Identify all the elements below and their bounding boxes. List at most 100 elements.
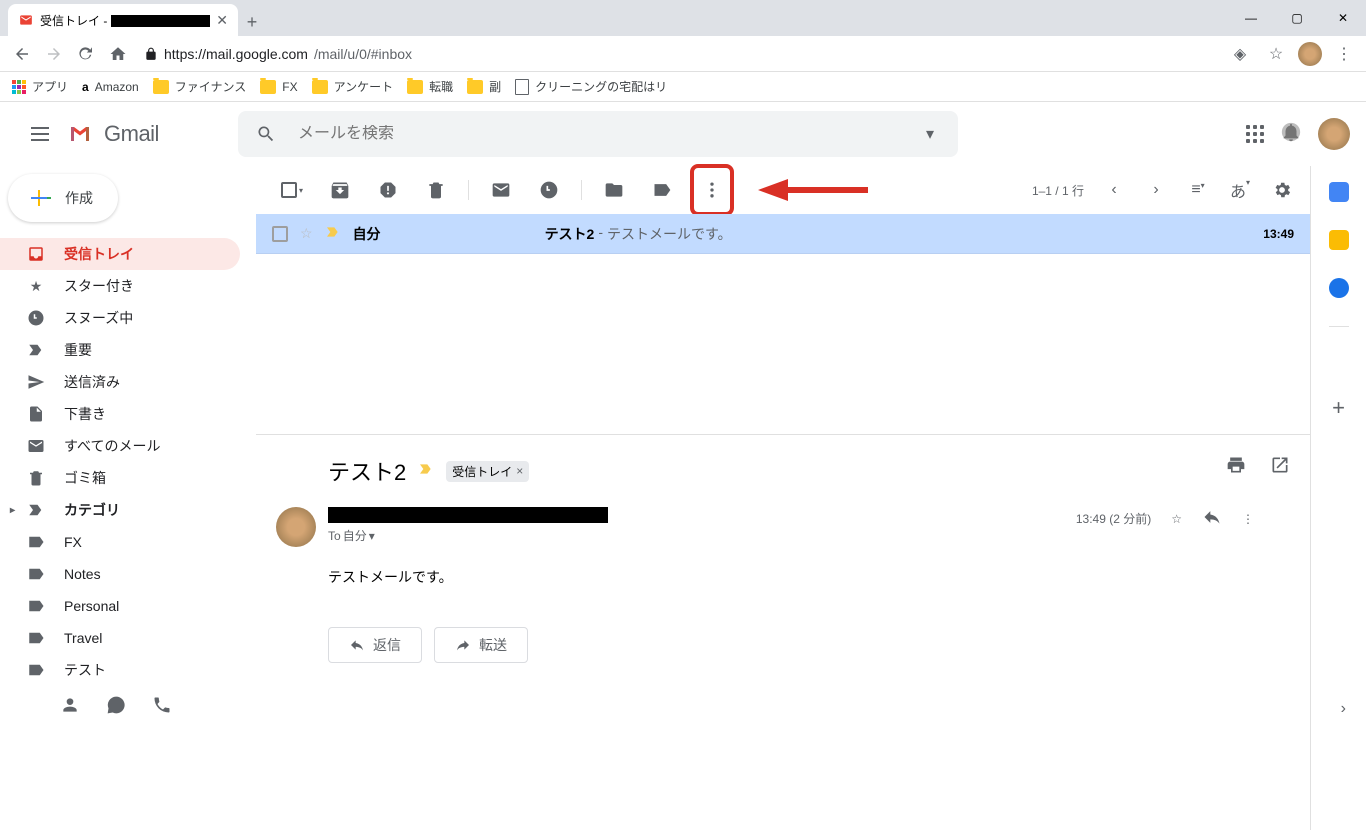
tasks-addon-icon[interactable] [1329, 278, 1349, 298]
chevron-down-icon[interactable]: ▾ [369, 529, 375, 543]
gmail-logo[interactable]: Gmail [64, 121, 238, 147]
spam-button[interactable] [368, 170, 408, 210]
reply-icon[interactable] [1202, 507, 1222, 530]
input-method-button[interactable]: あ▾ [1228, 178, 1252, 202]
row-star-icon[interactable]: ☆ [300, 225, 313, 242]
back-button[interactable] [8, 40, 36, 68]
folder-icon [312, 80, 328, 94]
message-more-icon[interactable]: ⋮ [1242, 512, 1254, 526]
reload-button[interactable] [72, 40, 100, 68]
labels-button[interactable] [642, 170, 682, 210]
bookmark-fx[interactable]: FX [260, 80, 297, 94]
maximize-button[interactable]: ▢ [1274, 0, 1320, 36]
home-button[interactable] [104, 40, 132, 68]
url-display[interactable]: https://mail.google.com/mail/u/0/#inbox [136, 46, 1222, 62]
hangouts-icon[interactable] [106, 695, 126, 720]
folder-icon [260, 80, 276, 94]
browser-menu-icon[interactable]: ⋮ [1330, 40, 1358, 68]
nav-drafts[interactable]: 下書き [0, 398, 240, 430]
profile-avatar[interactable] [1298, 42, 1322, 66]
nav-inbox[interactable]: 受信トレイ [0, 238, 240, 270]
bookmark-finance[interactable]: ファイナンス [153, 78, 247, 95]
google-apps-icon[interactable] [1246, 125, 1264, 143]
new-tab-button[interactable]: + [238, 8, 266, 36]
nav-label-personal[interactable]: Personal [0, 590, 240, 622]
move-to-button[interactable] [594, 170, 634, 210]
close-button[interactable]: ✕ [1320, 0, 1366, 36]
message-subject-heading: テスト2 受信トレイ× [328, 455, 1254, 487]
apps-shortcut[interactable]: アプリ [12, 78, 68, 95]
row-checkbox[interactable] [272, 226, 288, 242]
gmail-brand-text: Gmail [104, 121, 159, 147]
forward-button[interactable]: 転送 [434, 627, 528, 663]
gmail-m-icon [64, 122, 96, 146]
nav-sent[interactable]: 送信済み [0, 366, 240, 398]
next-page-button[interactable]: › [1144, 181, 1168, 199]
search-dropdown-icon[interactable]: ▾ [910, 124, 950, 144]
nav-categories[interactable]: カテゴリ [0, 494, 240, 526]
search-icon[interactable] [246, 124, 286, 144]
notifications-icon[interactable] [1280, 121, 1302, 148]
file-icon [515, 79, 529, 95]
phone-icon[interactable] [152, 695, 172, 720]
row-important-icon[interactable] [325, 224, 341, 243]
keep-addon-icon[interactable] [1329, 230, 1349, 250]
hamburger-icon [31, 127, 49, 141]
bookmark-side[interactable]: 副 [467, 78, 501, 95]
nav-trash[interactable]: ゴミ箱 [0, 462, 240, 494]
get-addons-button[interactable]: + [1332, 395, 1345, 421]
nav-label-travel[interactable]: Travel [0, 622, 240, 654]
important-icon [26, 341, 46, 359]
star-icon: ★ [26, 278, 46, 295]
search-box[interactable]: ▾ [238, 111, 958, 157]
nav-label-notes[interactable]: Notes [0, 558, 240, 590]
sender-avatar[interactable] [276, 507, 316, 547]
print-button[interactable] [1226, 455, 1246, 480]
snooze-button[interactable] [529, 170, 569, 210]
calendar-addon-icon[interactable] [1329, 182, 1349, 202]
chip-remove-icon[interactable]: × [516, 464, 523, 478]
forward-button[interactable] [40, 40, 68, 68]
trash-icon [26, 469, 46, 487]
browser-tab[interactable]: 受信トレイ - ✕ [8, 4, 238, 36]
important-marker-icon[interactable] [418, 461, 434, 482]
delete-button[interactable] [416, 170, 456, 210]
mark-unread-button[interactable] [481, 170, 521, 210]
nav-label-fx[interactable]: FX [0, 526, 240, 558]
mail-icon [26, 437, 46, 455]
nav-label-test[interactable]: テスト [0, 654, 240, 686]
mail-row[interactable]: ☆ 自分 テスト2 - テストメールです。 13:49 [256, 214, 1310, 254]
settings-button[interactable] [1270, 180, 1294, 200]
density-button[interactable]: ≡▾ [1186, 181, 1210, 199]
message-star-icon[interactable]: ☆ [1171, 512, 1182, 526]
bookmark-amazon[interactable]: aAmazon [82, 80, 139, 94]
nav-allmail[interactable]: すべてのメール [0, 430, 240, 462]
collapse-sidebar-icon[interactable]: › [1341, 700, 1346, 718]
reply-button[interactable]: 返信 [328, 627, 422, 663]
compose-button[interactable]: 作成 [8, 174, 118, 222]
bookmark-survey[interactable]: アンケート [312, 78, 394, 95]
recipient-line[interactable]: To 自分 ▾ [328, 527, 1064, 544]
select-all-checkbox[interactable]: ▾ [272, 170, 312, 210]
eye-icon[interactable]: ◈ [1226, 40, 1254, 68]
nav-snoozed[interactable]: スヌーズ中 [0, 302, 240, 334]
label-chip[interactable]: 受信トレイ× [446, 461, 529, 482]
nav-starred[interactable]: ★スター付き [0, 270, 240, 302]
archive-button[interactable] [320, 170, 360, 210]
hangouts-bar [60, 695, 172, 720]
bookmark-cleaning[interactable]: クリーニングの宅配はリ [515, 78, 667, 95]
label-icon [26, 629, 46, 647]
label-icon [26, 565, 46, 583]
prev-page-button[interactable]: ‹ [1102, 181, 1126, 199]
person-icon[interactable] [60, 695, 80, 720]
tab-close-icon[interactable]: ✕ [216, 12, 228, 29]
more-button[interactable] [698, 170, 726, 210]
open-new-window-button[interactable] [1270, 455, 1290, 480]
nav-important[interactable]: 重要 [0, 334, 240, 366]
star-url-icon[interactable]: ☆ [1262, 40, 1290, 68]
search-input[interactable] [298, 125, 898, 143]
bookmark-job[interactable]: 転職 [407, 78, 453, 95]
account-avatar[interactable] [1318, 118, 1350, 150]
minimize-button[interactable]: ― [1228, 0, 1274, 36]
main-menu-button[interactable] [16, 127, 64, 141]
